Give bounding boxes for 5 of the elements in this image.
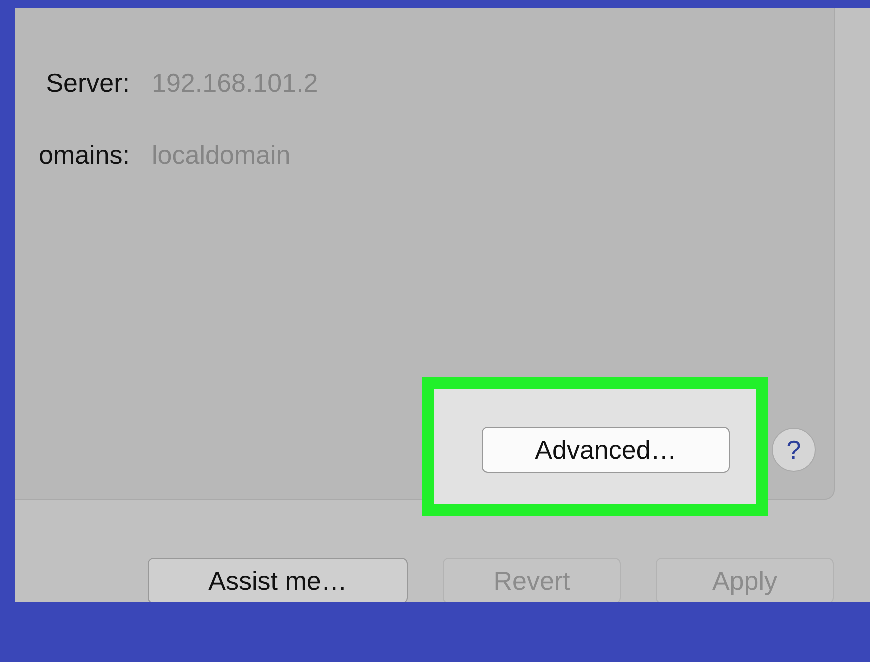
help-button[interactable]: ? — [772, 428, 816, 472]
footer-button[interactable]: Assist me… — [148, 558, 408, 604]
field-label: omains: — [38, 140, 130, 170]
advanced-button[interactable]: Advanced… — [482, 427, 730, 473]
field-label: Server: — [45, 68, 130, 98]
